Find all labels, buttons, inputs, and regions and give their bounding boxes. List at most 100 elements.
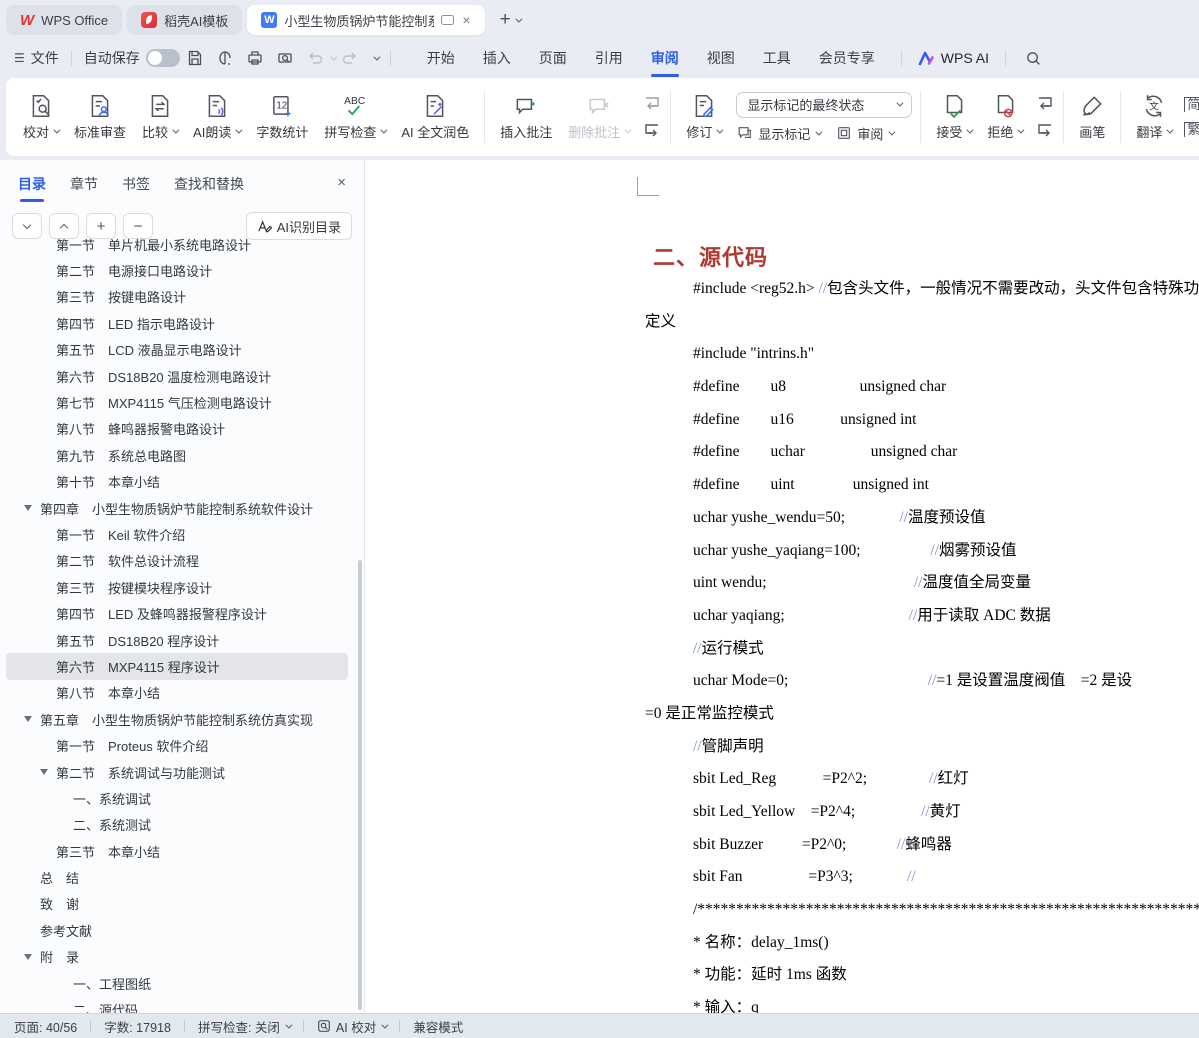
toc-item[interactable]: 第一节 Proteus 软件介绍 bbox=[6, 732, 348, 758]
ai-polish-button[interactable]: AI 全文润色 bbox=[394, 89, 476, 145]
reject-button[interactable]: 拒绝 bbox=[980, 89, 1029, 145]
print-icon[interactable] bbox=[244, 47, 266, 69]
delete-comment-button[interactable]: 删除批注 bbox=[561, 89, 636, 145]
accept-button[interactable]: 接受 bbox=[929, 89, 978, 145]
toc-item[interactable]: 二、系统测试 bbox=[6, 812, 348, 838]
toc-item[interactable]: 第四章 小型生物质锅炉节能控制系统软件设计 bbox=[6, 495, 348, 521]
toc-item[interactable]: 第五章 小型生物质锅炉节能控制系统仿真实现 bbox=[6, 706, 348, 732]
toc-item[interactable]: 二、源代码 bbox=[6, 996, 348, 1013]
toc-item[interactable]: 一、工程图纸 bbox=[6, 970, 348, 996]
collapse-all-button[interactable] bbox=[12, 213, 42, 239]
menu-tab-引用[interactable]: 引用 bbox=[581, 42, 637, 74]
toc-item[interactable]: 第三节 本章小结 bbox=[6, 838, 348, 864]
triangle-down-icon[interactable] bbox=[24, 716, 32, 722]
menu-tab-页面[interactable]: 页面 bbox=[525, 42, 581, 74]
compare-button[interactable]: 比较 bbox=[135, 89, 184, 145]
previous-comment-icon[interactable] bbox=[642, 95, 662, 113]
tab-docer-ai-template[interactable]: 稻壳AI模板 bbox=[127, 5, 242, 35]
sidebar-tab-书签[interactable]: 书签 bbox=[122, 174, 150, 202]
toc-item[interactable]: 第三节 按键电路设计 bbox=[6, 284, 348, 310]
next-change-icon[interactable] bbox=[1035, 122, 1055, 140]
toc-item[interactable]: 附 录 bbox=[6, 944, 348, 970]
toc-item[interactable]: 第一节 Keil 软件介绍 bbox=[6, 521, 348, 547]
save-icon[interactable] bbox=[184, 47, 206, 69]
toc-item[interactable]: 第十节 本章小结 bbox=[6, 469, 348, 495]
search-icon[interactable] bbox=[1022, 47, 1044, 69]
toc-item[interactable]: 一、系统调试 bbox=[6, 785, 348, 811]
sidebar-tab-章节[interactable]: 章节 bbox=[70, 174, 98, 202]
print-preview-icon[interactable] bbox=[274, 47, 296, 69]
reviewers-button[interactable]: 审阅 bbox=[836, 124, 893, 143]
sidebar-scrollbar[interactable] bbox=[358, 560, 362, 1010]
standard-review-button[interactable]: 标准审查 bbox=[67, 89, 133, 145]
to-traditional-button[interactable]: 简 转繁 bbox=[1184, 95, 1199, 114]
spell-check-status[interactable]: 拼写检查: 关闭 bbox=[198, 1017, 290, 1036]
menu-tab-审阅[interactable]: 审阅 bbox=[637, 42, 693, 74]
close-tab-icon[interactable]: × bbox=[462, 13, 470, 27]
toc-item[interactable]: 第六节 MXP4115 程序设计 bbox=[6, 653, 348, 679]
tab-document-active[interactable]: W 小型生物质锅炉节能控制系统 × bbox=[247, 5, 484, 35]
close-sidebar-icon[interactable]: × bbox=[337, 174, 346, 191]
toc-item[interactable]: 第八节 蜂鸣器报警电路设计 bbox=[6, 416, 348, 442]
tab-wps-office[interactable]: W WPS Office bbox=[6, 5, 122, 35]
insert-comment-button[interactable]: 插入批注 bbox=[493, 89, 559, 145]
word-count-button[interactable]: 12 字数统计 bbox=[249, 89, 315, 145]
markup-state-dropdown[interactable]: 显示标记的最终状态 bbox=[736, 92, 912, 118]
wps-ai-button[interactable]: WPS AI bbox=[918, 50, 989, 66]
toc-item[interactable]: 总 结 bbox=[6, 864, 348, 890]
triangle-down-icon[interactable] bbox=[24, 505, 32, 511]
triangle-down-icon[interactable] bbox=[40, 769, 48, 775]
toc-item[interactable]: 致 谢 bbox=[6, 891, 348, 917]
menu-tab-视图[interactable]: 视图 bbox=[693, 42, 749, 74]
menu-tab-会员专享[interactable]: 会员专享 bbox=[805, 42, 889, 74]
ai-recognize-toc-button[interactable]: AI识别目录 bbox=[246, 212, 352, 240]
track-changes-button[interactable]: 修订 bbox=[679, 89, 728, 145]
decrease-level-button[interactable]: − bbox=[123, 213, 153, 239]
page-indicator[interactable]: 页面: 40/56 bbox=[14, 1017, 77, 1036]
toc-item[interactable]: 第二节 电源接口电路设计 bbox=[6, 257, 348, 283]
next-comment-icon[interactable] bbox=[642, 122, 662, 140]
sidebar-tab-目录[interactable]: 目录 bbox=[18, 174, 46, 202]
toc-item[interactable]: 第一节 单片机最小系统电路设计 bbox=[6, 238, 348, 257]
toc-item[interactable]: 第五节 DS18B20 程序设计 bbox=[6, 627, 348, 653]
toc-item[interactable]: 第八节 本章小结 bbox=[6, 680, 348, 706]
redo-icon[interactable] bbox=[339, 47, 361, 69]
triangle-down-icon[interactable] bbox=[24, 954, 32, 960]
toc-item[interactable]: 第二节 系统调试与功能测试 bbox=[6, 759, 348, 785]
export-pdf-icon[interactable] bbox=[214, 47, 236, 69]
menu-tab-开始[interactable]: 开始 bbox=[413, 42, 469, 74]
menu-tab-插入[interactable]: 插入 bbox=[469, 42, 525, 74]
tab-list-chevron-icon[interactable] bbox=[515, 15, 522, 22]
undo-icon[interactable] bbox=[304, 47, 326, 69]
to-simplified-button[interactable]: 繁 转简 bbox=[1184, 120, 1199, 139]
spell-check-button[interactable]: ABC 拼写检查 bbox=[317, 89, 392, 145]
previous-change-icon[interactable] bbox=[1035, 95, 1055, 113]
toc-item[interactable]: 第九节 系统总电路图 bbox=[6, 442, 348, 468]
word-count-indicator[interactable]: 字数: 17918 bbox=[104, 1017, 171, 1036]
sidebar-tab-查找和替换[interactable]: 查找和替换 bbox=[174, 174, 244, 202]
menu-tab-工具[interactable]: 工具 bbox=[749, 42, 805, 74]
toc-item[interactable]: 第五节 LCD 液晶显示电路设计 bbox=[6, 337, 348, 363]
file-menu-button[interactable]: ☰ 文件 bbox=[14, 48, 59, 68]
ai-read-button[interactable]: AI朗读 bbox=[186, 89, 247, 145]
toc-item[interactable]: 参考文献 bbox=[6, 917, 348, 943]
expand-all-button[interactable] bbox=[49, 213, 79, 239]
toc-item[interactable]: 第二节 软件总设计流程 bbox=[6, 548, 348, 574]
window-mode-icon[interactable] bbox=[441, 15, 454, 25]
new-tab-button[interactable]: + bbox=[500, 9, 511, 31]
toc-item[interactable]: 第七节 MXP4115 气压检测电路设计 bbox=[6, 389, 348, 415]
show-markup-button[interactable]: 显示标记 bbox=[736, 124, 820, 143]
autosave-toggle[interactable] bbox=[146, 49, 180, 67]
increase-level-button[interactable]: + bbox=[86, 213, 116, 239]
toc-item[interactable]: 第四节 LED 指示电路设计 bbox=[6, 310, 348, 336]
brush-button[interactable]: 画笔 bbox=[1072, 89, 1112, 145]
toc-item[interactable]: 第三节 按键模块程序设计 bbox=[6, 574, 348, 600]
toc-item[interactable]: 第四节 LED 及蜂鸣器报警程序设计 bbox=[6, 600, 348, 626]
more-quick-actions-chevron-icon[interactable] bbox=[373, 53, 380, 60]
proofread-button[interactable]: 校对 bbox=[16, 89, 65, 145]
translate-button[interactable]: 文 翻译 bbox=[1129, 89, 1178, 145]
document-canvas[interactable]: 二、源代码 #include <reg52.h> //包含头文件，一般情况不需要… bbox=[365, 160, 1199, 1013]
toc-item[interactable]: 第六节 DS18B20 温度检测电路设计 bbox=[6, 363, 348, 389]
undo-history-chevron-icon[interactable] bbox=[330, 53, 337, 60]
ai-proofread-status[interactable]: AI 校对 bbox=[317, 1017, 386, 1036]
